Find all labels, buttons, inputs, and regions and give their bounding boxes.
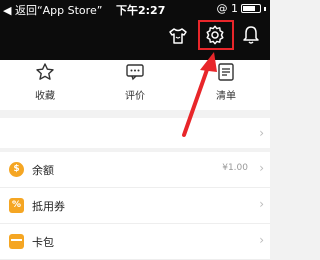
back-to-app-store-link[interactable]: ◀ 返回“App Store” <box>3 2 102 18</box>
chevron-right-icon: › <box>259 161 264 175</box>
clock: 下午2:27 <box>116 4 166 17</box>
list-button[interactable]: 清单 <box>196 62 256 102</box>
favorites-button[interactable]: 收藏 <box>15 62 75 102</box>
coupons-label: 抵用券 <box>32 200 65 213</box>
account-list: $ 余额 ¥1.00 › % 抵用券 › 卡包 › <box>0 152 270 260</box>
gear-icon[interactable] <box>204 24 226 46</box>
star-icon <box>36 63 54 80</box>
coin-icon: $ <box>9 162 24 177</box>
status-bar: ◀ 返回“App Store” 下午2:27 @ 1 <box>0 0 270 18</box>
shirt-icon[interactable] <box>168 26 188 46</box>
status-right: @ 1 <box>216 2 266 15</box>
section-separator <box>0 110 270 118</box>
battery-nub <box>264 6 266 11</box>
reviews-label: 评价 <box>125 91 145 102</box>
status-text: @ 1 <box>216 2 239 15</box>
chevron-right-icon: › <box>259 126 264 140</box>
list-label: 清单 <box>216 91 236 102</box>
blank-row[interactable]: › <box>0 118 270 148</box>
list-item-balance[interactable]: $ 余额 ¥1.00 › <box>0 152 270 188</box>
list-item-coupons[interactable]: % 抵用券 › <box>0 188 270 224</box>
chevron-right-icon: › <box>259 197 264 211</box>
bell-icon[interactable] <box>241 25 261 45</box>
list-item-wallet[interactable]: 卡包 › <box>0 224 270 260</box>
comment-icon <box>126 64 144 81</box>
favorites-label: 收藏 <box>35 91 55 102</box>
wallet-icon <box>9 234 24 249</box>
balance-label: 余额 <box>32 164 54 177</box>
list-icon <box>218 63 234 81</box>
balance-value: ¥1.00 <box>222 163 248 173</box>
reviews-button[interactable]: 评价 <box>105 62 165 102</box>
chevron-right-icon: › <box>259 233 264 247</box>
coupon-icon: % <box>9 198 24 213</box>
wallet-label: 卡包 <box>32 236 54 249</box>
battery-icon <box>241 4 261 13</box>
header-bar: ◀ 返回“App Store” 下午2:27 @ 1 <box>0 0 270 60</box>
feature-row: 收藏 评价 清单 <box>0 60 270 110</box>
